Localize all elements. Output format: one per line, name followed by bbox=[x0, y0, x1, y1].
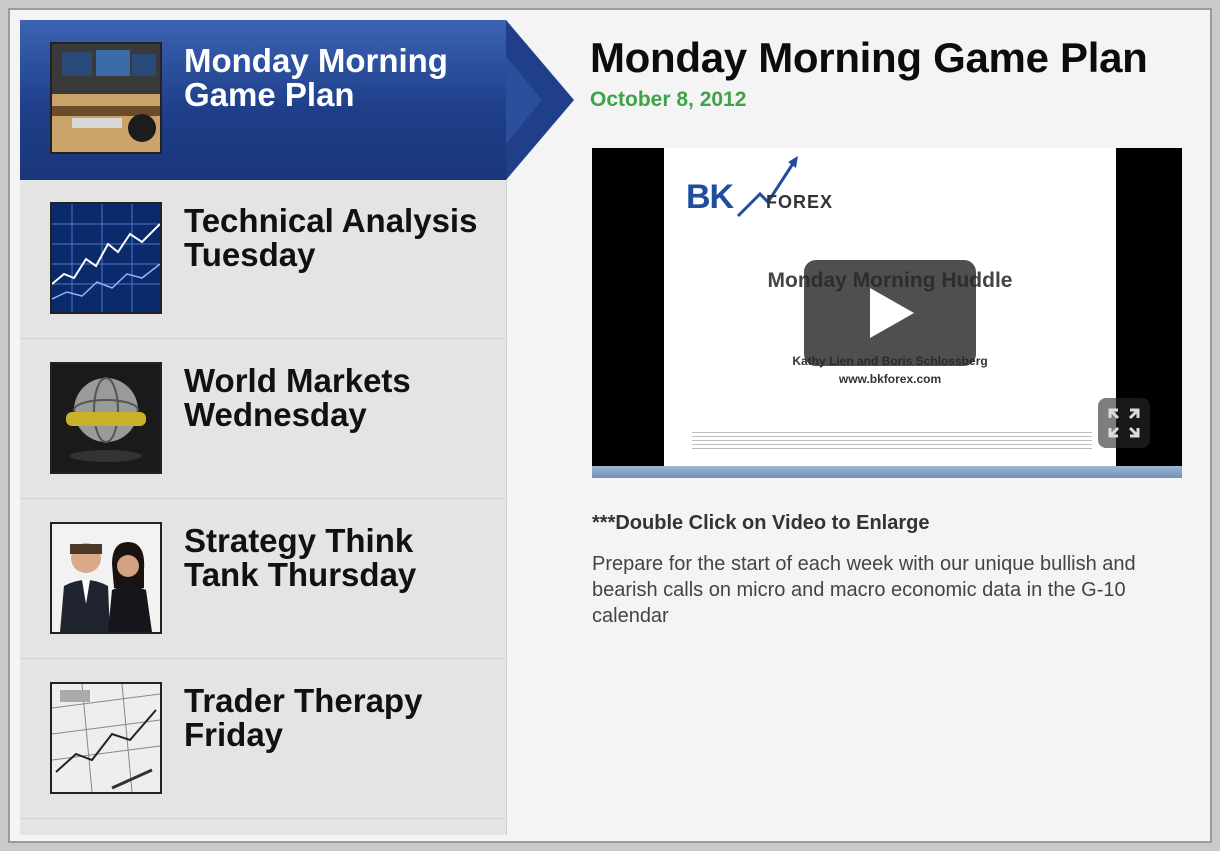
sidebar-item-label: Trader Therapy Friday bbox=[184, 682, 423, 753]
stock-chart-thumbnail bbox=[50, 202, 162, 314]
video-description: Prepare for the start of each week with … bbox=[592, 553, 1136, 627]
desktop-taskbar bbox=[592, 466, 1182, 478]
sidebar-item-tuesday[interactable]: Technical Analysis Tuesday bbox=[20, 180, 506, 339]
active-item-pointer-highlight bbox=[506, 56, 542, 144]
play-button[interactable] bbox=[804, 260, 976, 366]
sidebar-item-friday[interactable]: Trader Therapy Friday bbox=[20, 660, 506, 819]
slide-fine-print bbox=[692, 432, 1092, 450]
widget-frame: Monday Morning Game Plan Technical Analy… bbox=[8, 8, 1212, 843]
sidebar-item-monday[interactable]: Monday Morning Game Plan bbox=[20, 20, 506, 180]
fullscreen-button[interactable] bbox=[1098, 398, 1150, 448]
sidebar-item-label: World Markets Wednesday bbox=[184, 362, 411, 433]
fullscreen-icon bbox=[1108, 408, 1140, 438]
sidebar-item-label: Technical Analysis Tuesday bbox=[184, 202, 478, 273]
sidebar-item-label: Strategy Think Tank Thursday bbox=[184, 522, 417, 593]
sidebar-item-thursday[interactable]: Strategy Think Tank Thursday bbox=[20, 500, 506, 659]
sidebar-item-wednesday[interactable]: World Markets Wednesday bbox=[20, 340, 506, 499]
sketch-chart-thumbnail bbox=[50, 682, 162, 794]
video-player[interactable]: BK FOREX Monday Morning Huddle Kathy Lie… bbox=[592, 148, 1182, 478]
sidebar: Monday Morning Game Plan Technical Analy… bbox=[20, 20, 507, 835]
swoosh-icon bbox=[736, 156, 798, 218]
publish-date: October 8, 2012 bbox=[590, 88, 747, 111]
trading-desk-thumbnail bbox=[50, 42, 162, 154]
main-content: Monday Morning Game Plan October 8, 2012… bbox=[590, 34, 1200, 627]
play-icon bbox=[870, 288, 914, 338]
slide-url: www.bkforex.com bbox=[838, 372, 942, 386]
enlarge-hint: ***Double Click on Video to Enlarge bbox=[592, 512, 930, 534]
page-title: Monday Morning Game Plan bbox=[590, 34, 1148, 81]
globe-thumbnail bbox=[50, 362, 162, 474]
forex-logo: FOREX bbox=[766, 192, 834, 212]
sidebar-item-label: Monday Morning Game Plan bbox=[184, 42, 448, 113]
bk-logo: BK bbox=[686, 178, 734, 216]
people-thumbnail bbox=[50, 522, 162, 634]
